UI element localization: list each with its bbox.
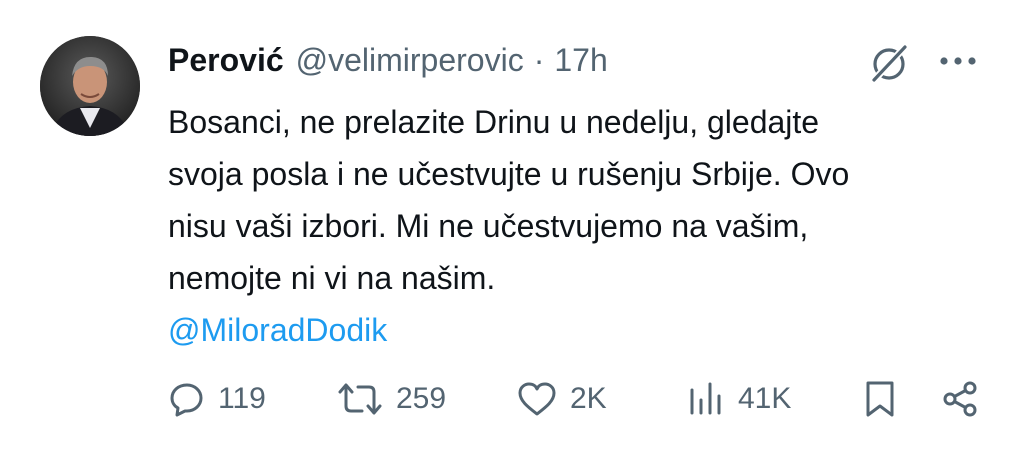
views-count: 41K <box>738 382 792 415</box>
tweet-line: nisu vaši izbori. Mi ne učestvujemo na v… <box>168 208 809 244</box>
bookmark-button[interactable] <box>862 374 898 424</box>
tweet-line: Bosanci, ne prelazite Drinu u nedelju, g… <box>168 104 820 140</box>
reply-icon <box>170 383 203 417</box>
repost-icon <box>338 383 382 415</box>
mention-link[interactable]: @MiloradDodik <box>168 304 968 356</box>
avatar[interactable] <box>40 36 140 136</box>
avatar-photo <box>40 36 140 136</box>
more-icon[interactable] <box>934 46 982 76</box>
share-button[interactable] <box>940 374 980 424</box>
repost-button[interactable]: 259 <box>336 374 446 424</box>
bookmark-icon <box>866 381 894 417</box>
share-icon <box>943 381 977 417</box>
views-button[interactable]: 41K <box>686 374 791 424</box>
reply-button[interactable]: 119 <box>168 374 266 424</box>
tweet-text: Bosanci, ne prelazite Drinu u nedelju, g… <box>168 96 968 356</box>
tweet-header: Perović @velimirperovic · 17h <box>168 38 608 82</box>
tweet-line: svoja posla i ne učestvujte u rušenju Sr… <box>168 156 850 192</box>
reply-count: 119 <box>218 382 266 415</box>
tweet-line: nemojte ni vi na našim. <box>168 260 496 296</box>
separator-dot: · <box>533 41 545 78</box>
repost-count: 259 <box>396 382 447 415</box>
views-icon <box>690 382 721 415</box>
action-bar: 119 259 2K 41K <box>0 374 1024 424</box>
tweet: Perović @velimirperovic · 17h Bosanci, n… <box>0 0 1024 463</box>
author-name[interactable]: Perović <box>168 42 284 79</box>
author-handle[interactable]: @velimirperovic <box>296 42 524 79</box>
tweet-timestamp[interactable]: 17h <box>554 42 607 79</box>
grok-icon[interactable] <box>868 42 910 84</box>
like-count: 2K <box>570 382 607 415</box>
like-button[interactable]: 2K <box>516 374 607 424</box>
heart-icon <box>518 382 556 416</box>
